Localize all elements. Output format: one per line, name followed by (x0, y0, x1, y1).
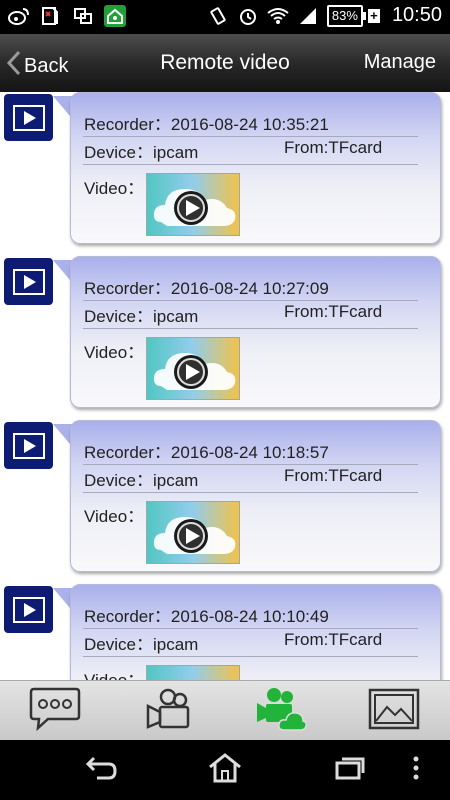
recorder-time: 2016-08-24 10:35:21 (170, 115, 329, 134)
recording-card[interactable]: Recorder：2016-08-24 10:27:09 Device：ipca… (70, 256, 441, 408)
from-value: TFcard (328, 302, 383, 321)
recorder-label: Recorder： (84, 443, 171, 462)
list-item[interactable]: Recorder：2016-08-24 10:35:21 Device：ipca… (0, 92, 450, 246)
chevron-left-icon (6, 50, 22, 82)
device-value: ipcam (152, 471, 199, 490)
device-value: ipcam (152, 143, 199, 162)
back-label: Back (24, 54, 69, 77)
video-thumbnail[interactable] (146, 337, 240, 400)
manage-button[interactable]: Manage (364, 51, 436, 74)
screen-mirror-icon (72, 5, 94, 27)
battery-level: 83% (326, 4, 363, 27)
video-label: Video： (84, 507, 145, 526)
status-bar: 83% + 10:50 (0, 0, 450, 34)
list-item[interactable]: Recorder：2016-08-24 10:27:09 Device：ipca… (0, 250, 450, 410)
from-label: From: (284, 630, 329, 649)
recorder-label: Recorder： (84, 279, 171, 298)
video-camera-icon (142, 687, 194, 736)
device-label: Device： (84, 471, 153, 490)
from-label: From: (284, 466, 329, 485)
charging-icon: + (367, 8, 380, 23)
vibrate-icon (207, 5, 229, 27)
picture-icon (367, 687, 421, 736)
device-value: ipcam (152, 307, 199, 326)
back-button[interactable]: Back (6, 50, 68, 82)
from-label: From: (284, 138, 329, 157)
video-thumbnail[interactable] (146, 173, 240, 236)
from-label: From: (284, 302, 329, 321)
chat-bubble-icon (28, 686, 82, 737)
recorder-time: 2016-08-24 10:27:09 (170, 279, 329, 298)
alarm-icon (237, 5, 259, 27)
wifi-icon (267, 5, 289, 27)
list-item[interactable]: Recorder：2016-08-24 10:10:49 Device：ipca… (0, 578, 450, 680)
device-value: ipcam (152, 635, 199, 654)
tab-remote-video[interactable] (253, 687, 309, 735)
recorder-row: Recorder：2016-08-24 10:27:09 (84, 274, 329, 299)
source-row: From:TFcard (284, 138, 382, 158)
bottom-tab-bar (0, 680, 450, 740)
nav-back-button[interactable] (80, 754, 120, 786)
recordings-list[interactable]: Recorder：2016-08-24 10:35:21 Device：ipca… (0, 92, 450, 680)
nav-overflow-menu[interactable] (406, 754, 426, 786)
from-value: TFcard (328, 466, 383, 485)
cloud-video-icon (254, 686, 308, 737)
device-label: Device： (84, 143, 153, 162)
device-label: Device： (84, 307, 153, 326)
recording-card[interactable]: Recorder：2016-08-24 10:10:49 Device：ipca… (70, 584, 441, 680)
weibo-icon (8, 5, 30, 27)
tab-messages[interactable] (27, 687, 83, 735)
recording-card[interactable]: Recorder：2016-08-24 10:35:21 Device：ipca… (70, 92, 441, 244)
nav-recents-button[interactable] (330, 754, 370, 786)
tab-pictures[interactable] (366, 687, 422, 735)
app-header: Back Remote video Manage (0, 34, 450, 92)
device-row: Device：ipcam (84, 302, 198, 327)
device-row: Device：ipcam (84, 630, 198, 655)
clock: 10:50 (391, 4, 442, 26)
from-value: TFcard (328, 630, 383, 649)
recorder-row: Recorder：2016-08-24 10:35:21 (84, 110, 329, 135)
device-row: Device：ipcam (84, 138, 198, 163)
recorder-time: 2016-08-24 10:18:57 (170, 443, 329, 462)
tab-local-video[interactable] (140, 687, 196, 735)
recording-card[interactable]: Recorder：2016-08-24 10:18:57 Device：ipca… (70, 420, 441, 572)
list-item[interactable]: Recorder：2016-08-24 10:18:57 Device：ipca… (0, 414, 450, 574)
from-value: TFcard (328, 138, 383, 157)
video-label: Video： (84, 179, 145, 198)
video-file-icon (4, 94, 53, 141)
video-thumbnail[interactable] (146, 501, 240, 564)
recorder-row: Recorder：2016-08-24 10:10:49 (84, 602, 329, 627)
source-row: From:TFcard (284, 466, 382, 486)
source-row: From:TFcard (284, 630, 382, 650)
signal-icon (297, 5, 319, 27)
recorder-label: Recorder： (84, 607, 171, 626)
video-thumbnail[interactable] (146, 665, 240, 680)
video-label: Video： (84, 343, 145, 362)
battery-indicator: 83% + (326, 4, 380, 27)
device-label: Device： (84, 635, 153, 654)
app-home-icon (104, 5, 126, 27)
recorder-time: 2016-08-24 10:10:49 (170, 607, 329, 626)
system-nav-bar (0, 740, 450, 800)
device-row: Device：ipcam (84, 466, 198, 491)
more-vertical-icon (413, 756, 419, 785)
video-file-icon (4, 422, 53, 469)
video-file-icon (4, 586, 53, 633)
video-file-icon (4, 258, 53, 305)
recorder-row: Recorder：2016-08-24 10:18:57 (84, 438, 329, 463)
recent-apps-icon (334, 755, 366, 786)
home-icon (207, 752, 243, 788)
back-arrow-icon (83, 756, 117, 785)
recorder-label: Recorder： (84, 115, 171, 134)
sim-no-data-icon (40, 5, 62, 27)
source-row: From:TFcard (284, 302, 382, 322)
nav-home-button[interactable] (205, 752, 245, 788)
video-label: Video： (84, 666, 144, 680)
